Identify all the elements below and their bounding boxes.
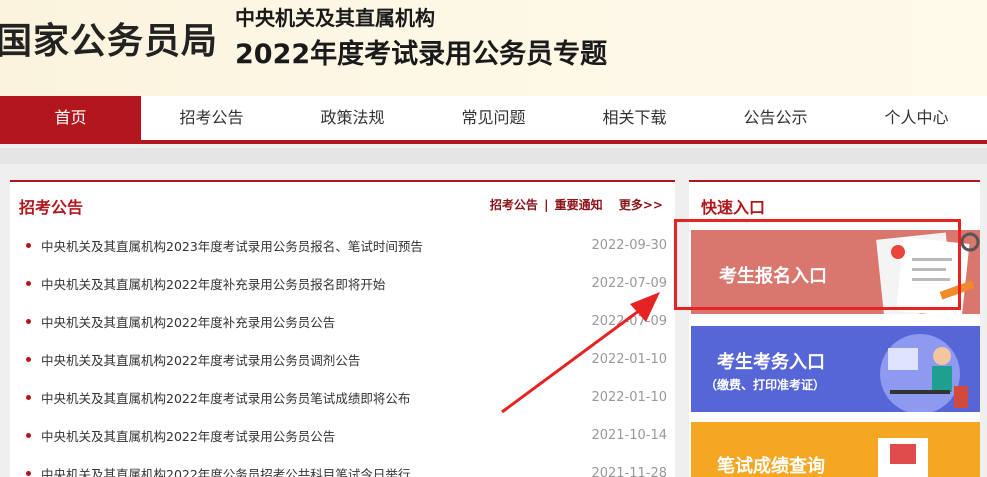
score-query-label: 笔试成绩查询 bbox=[717, 456, 825, 477]
bullet-icon bbox=[26, 280, 31, 286]
nav-home[interactable]: 首页 bbox=[0, 96, 141, 140]
header-subtitle: 中央机关及其直属机构 bbox=[235, 6, 435, 30]
bullet-icon bbox=[26, 432, 31, 438]
link-separator: | bbox=[544, 198, 549, 212]
list-item[interactable]: 中央机关及其直属机构2023年度考试录用公务员报名、笔试时间预告 2022-09-… bbox=[22, 226, 667, 264]
desk-person-illustration-icon bbox=[880, 334, 968, 412]
main-nav: 首页 招考公告 政策法规 常见问题 相关下载 公告公示 个人中心 bbox=[0, 96, 987, 144]
news-panel-title: 招考公告 bbox=[19, 198, 84, 217]
score-query-banner[interactable]: 笔试成绩查询 bbox=[691, 422, 980, 477]
news-date: 2021-10-14 bbox=[591, 427, 667, 443]
quick-entry-title: 快速入口 bbox=[701, 198, 766, 217]
header-title: 2022年度考试录用公务员专题 bbox=[235, 39, 608, 70]
bullet-icon bbox=[26, 394, 31, 400]
news-title[interactable]: 中央机关及其直属机构2022年度考试录用公务员公告 bbox=[41, 426, 591, 445]
news-title[interactable]: 中央机关及其直属机构2022年度公务员招考公共科目笔试今日举行 bbox=[41, 464, 591, 477]
link-more[interactable]: 更多>> bbox=[619, 198, 663, 212]
news-date: 2022-09-30 bbox=[591, 237, 667, 253]
score-card-illustration-icon bbox=[878, 438, 928, 477]
list-item[interactable]: 中央机关及其直属机构2022年度公务员招考公共科目笔试今日举行 2021-11-2… bbox=[22, 454, 667, 477]
nav-personal[interactable]: 个人中心 bbox=[846, 96, 987, 140]
nav-policy[interactable]: 政策法规 bbox=[282, 96, 423, 140]
site-header: 国家公务员局 中央机关及其直属机构 2022年度考试录用公务员专题 bbox=[0, 0, 987, 96]
exam-affairs-label: 考生考务入口 bbox=[717, 352, 825, 373]
bullet-icon bbox=[26, 356, 31, 362]
news-panel-links: 招考公告 | 重要通知 更多>> bbox=[488, 196, 663, 213]
nav-divider bbox=[0, 148, 987, 164]
highlight-box bbox=[674, 219, 961, 310]
exam-affairs-banner[interactable]: 考生考务入口 （缴费、打印准考证） bbox=[691, 326, 980, 412]
nav-notices[interactable]: 公告公示 bbox=[705, 96, 846, 140]
news-title[interactable]: 中央机关及其直属机构2023年度考试录用公务员报名、笔试时间预告 bbox=[41, 236, 591, 255]
news-date: 2021-11-28 bbox=[591, 465, 667, 477]
nav-downloads[interactable]: 相关下载 bbox=[564, 96, 705, 140]
link-recruitment[interactable]: 招考公告 bbox=[490, 198, 538, 212]
bullet-icon bbox=[26, 242, 31, 248]
annotation-arrow-icon bbox=[501, 292, 660, 414]
exam-affairs-sub: （缴费、打印准考证） bbox=[705, 378, 826, 392]
site-logo[interactable]: 国家公务员局 bbox=[0, 12, 218, 64]
nav-faq[interactable]: 常见问题 bbox=[423, 96, 564, 140]
nav-recruitment[interactable]: 招考公告 bbox=[141, 96, 282, 140]
list-item[interactable]: 中央机关及其直属机构2022年度考试录用公务员公告 2021-10-14 bbox=[22, 416, 667, 454]
bullet-icon bbox=[26, 470, 31, 476]
bullet-icon bbox=[26, 318, 31, 324]
link-important[interactable]: 重要通知 bbox=[555, 198, 603, 212]
